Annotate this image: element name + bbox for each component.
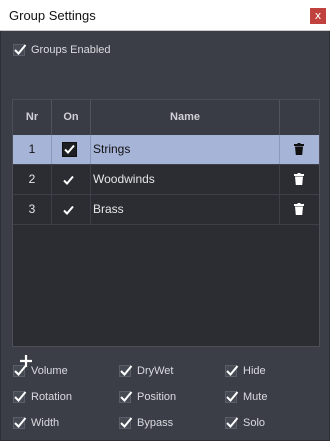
- checkmark-icon: [120, 417, 133, 428]
- width-checkbox[interactable]: [13, 417, 27, 429]
- window-title: Group Settings: [9, 8, 96, 23]
- position-checkbox[interactable]: [119, 391, 133, 403]
- row-number: 2: [28, 172, 36, 186]
- checkmark-icon: [63, 175, 74, 185]
- table-header: Nr On Name: [13, 100, 319, 136]
- column-header-name[interactable]: Name: [91, 100, 279, 135]
- position-label: Position: [137, 391, 177, 403]
- groups-enabled-label: Groups Enabled: [31, 44, 111, 56]
- column-header-on[interactable]: On: [52, 100, 90, 135]
- checkmark-icon: [120, 365, 133, 376]
- checkmark-icon: [226, 365, 239, 376]
- checkmark-icon: [64, 144, 75, 154]
- solo-label: Solo: [243, 417, 266, 429]
- table-row[interactable]: 3 Brass: [13, 195, 319, 225]
- groups-enabled-checkbox[interactable]: [13, 44, 27, 56]
- trash-icon[interactable]: [294, 173, 304, 185]
- checkmark-icon: [226, 417, 239, 428]
- rotation-checkbox[interactable]: [13, 391, 27, 403]
- groups-table: Nr On Name 1 Strings 2 Woodwinds 3 Brass: [12, 99, 320, 347]
- drywet-checkbox[interactable]: [119, 365, 133, 377]
- table-row[interactable]: 1 Strings: [13, 135, 319, 165]
- hide-checkbox[interactable]: [225, 365, 239, 377]
- checkmark-icon: [14, 44, 27, 55]
- checkmark-icon: [226, 391, 239, 402]
- close-button[interactable]: x: [310, 8, 326, 24]
- checkmark-icon: [120, 391, 133, 402]
- title-bar: Group Settings x: [0, 0, 330, 31]
- bypass-checkbox[interactable]: [119, 417, 133, 429]
- checkmark-icon: [14, 417, 27, 428]
- mute-checkbox[interactable]: [225, 391, 239, 403]
- row-name[interactable]: Woodwinds: [93, 165, 155, 194]
- bypass-label: Bypass: [137, 417, 174, 429]
- row-on-checkbox[interactable]: [62, 202, 77, 217]
- mute-label: Mute: [243, 391, 268, 403]
- row-name[interactable]: Strings: [93, 135, 130, 164]
- rotation-label: Rotation: [31, 391, 72, 403]
- volume-label: Volume: [31, 365, 68, 377]
- solo-checkbox[interactable]: [225, 417, 239, 429]
- table-row[interactable]: 2 Woodwinds: [13, 165, 319, 195]
- volume-checkbox[interactable]: [13, 365, 27, 377]
- drywet-label: DryWet: [137, 365, 174, 377]
- trash-icon[interactable]: [294, 143, 304, 155]
- row-on-checkbox[interactable]: [62, 142, 77, 157]
- dialog-body: Groups Enabled Nr On Name 1 Strings 2 Wo…: [1, 31, 329, 440]
- checkmark-icon: [63, 205, 74, 215]
- column-header-nr[interactable]: Nr: [13, 100, 51, 135]
- width-label: Width: [31, 417, 60, 429]
- hide-label: Hide: [243, 365, 266, 377]
- trash-icon[interactable]: [294, 203, 304, 215]
- checkmark-icon: [14, 391, 27, 402]
- row-number: 1: [28, 142, 36, 156]
- checkmark-icon: [14, 365, 27, 376]
- close-icon: x: [314, 9, 322, 22]
- row-on-checkbox[interactable]: [62, 172, 77, 187]
- row-number: 3: [28, 202, 36, 216]
- row-name[interactable]: Brass: [93, 195, 124, 224]
